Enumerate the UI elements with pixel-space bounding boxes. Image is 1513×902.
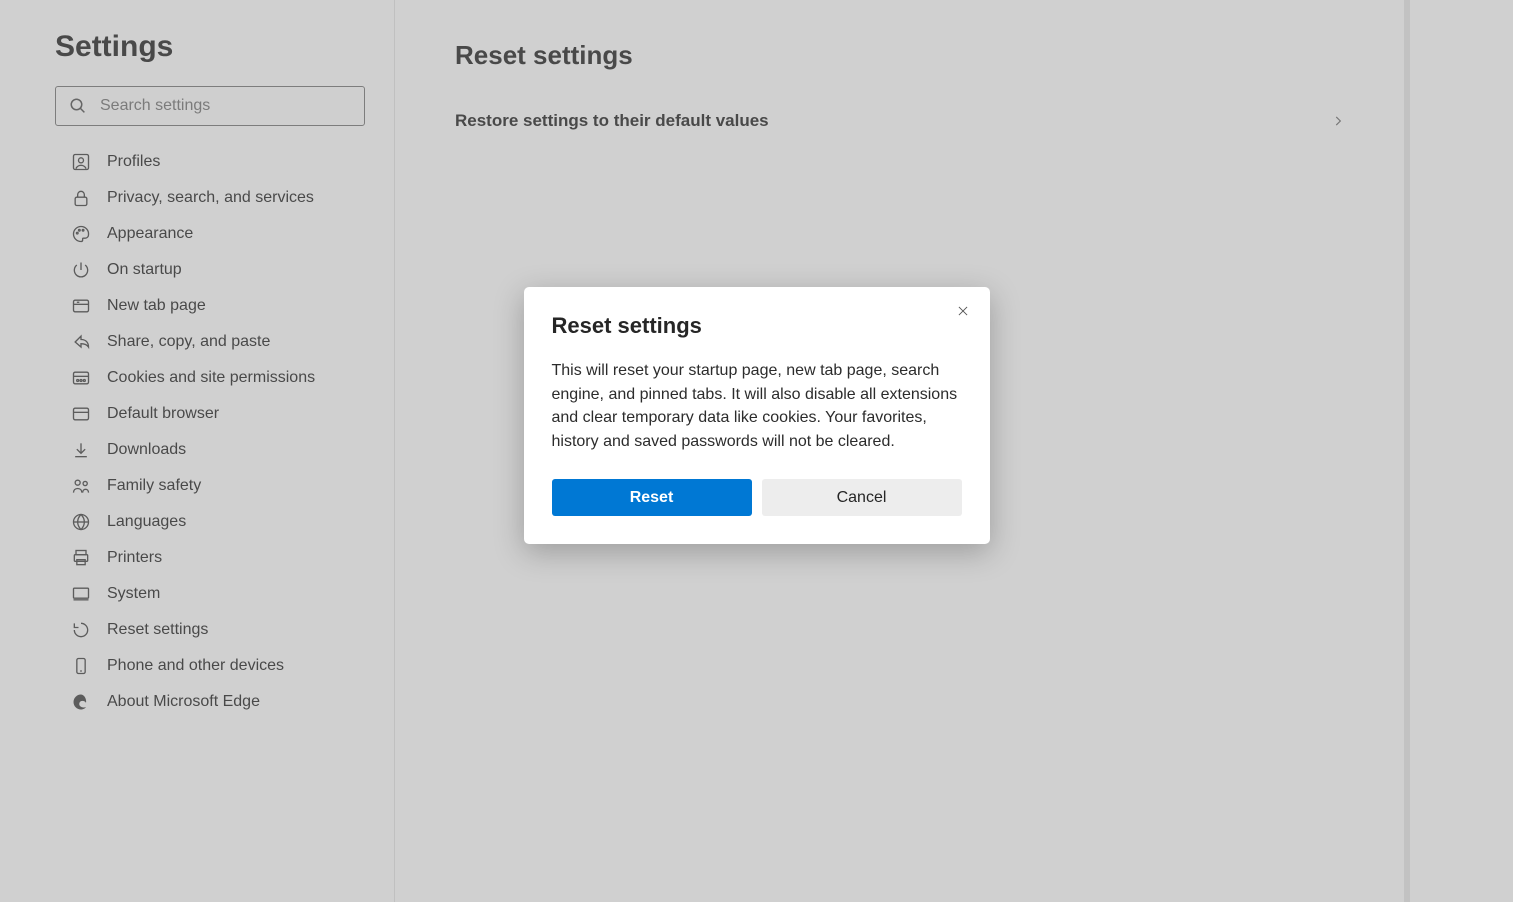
modal-overlay: Reset settings This will reset your star… [0, 0, 1513, 902]
reset-button[interactable]: Reset [552, 479, 752, 516]
close-icon [956, 304, 970, 321]
reset-modal: Reset settings This will reset your star… [524, 287, 990, 544]
cancel-button[interactable]: Cancel [762, 479, 962, 516]
modal-buttons: Reset Cancel [552, 479, 962, 516]
modal-body: This will reset your startup page, new t… [552, 359, 962, 453]
modal-title: Reset settings [552, 313, 962, 339]
close-button[interactable] [952, 301, 974, 323]
